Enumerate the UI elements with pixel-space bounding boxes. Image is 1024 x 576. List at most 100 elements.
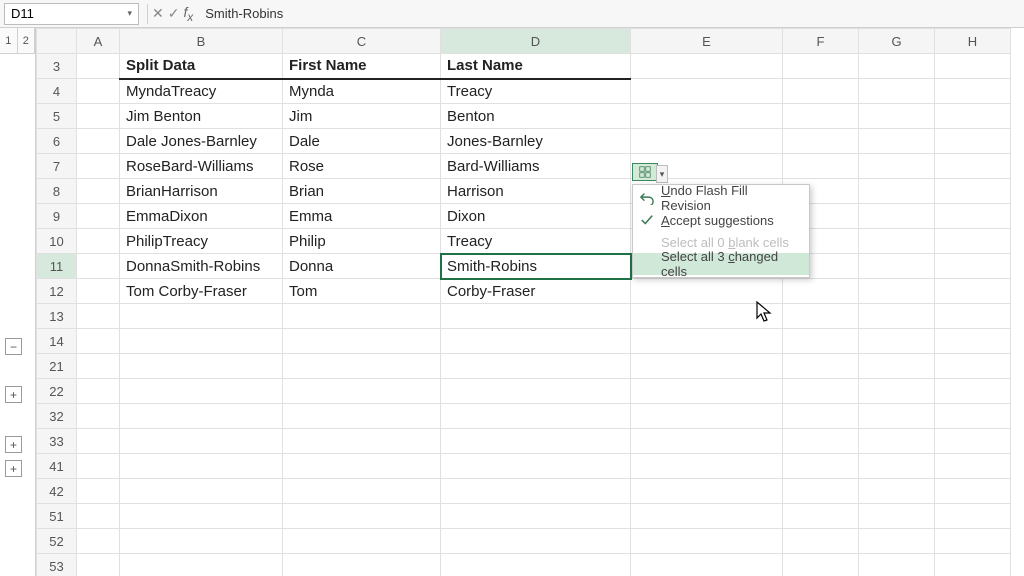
cell[interactable] [77, 504, 120, 529]
cell[interactable] [77, 554, 120, 576]
cell[interactable] [935, 454, 1011, 479]
cell[interactable]: Benton [441, 104, 631, 129]
cell[interactable]: Treacy [441, 229, 631, 254]
outline-level-1[interactable]: 1 [0, 28, 18, 53]
cell[interactable] [783, 129, 859, 154]
cell[interactable]: Smith-Robins [441, 254, 631, 279]
cell[interactable]: Mynda [283, 79, 441, 104]
cell[interactable] [120, 554, 283, 576]
cell[interactable] [441, 479, 631, 504]
cell[interactable] [283, 329, 441, 354]
cell[interactable] [935, 229, 1011, 254]
cell[interactable] [859, 404, 935, 429]
cell[interactable] [935, 379, 1011, 404]
cell[interactable]: Tom Corby-Fraser [120, 279, 283, 304]
cell[interactable] [441, 429, 631, 454]
cell[interactable] [120, 354, 283, 379]
cell[interactable] [783, 554, 859, 576]
cell[interactable] [120, 329, 283, 354]
cell[interactable] [783, 279, 859, 304]
name-box[interactable]: D11 ▾ [4, 3, 139, 25]
cell[interactable] [77, 304, 120, 329]
row-header[interactable]: 4 [37, 79, 77, 104]
row-header[interactable]: 8 [37, 179, 77, 204]
row-header[interactable]: 12 [37, 279, 77, 304]
cell[interactable] [77, 229, 120, 254]
cell[interactable]: DonnaSmith-Robins [120, 254, 283, 279]
cell[interactable]: Corby-Fraser [441, 279, 631, 304]
cell[interactable]: Last Name [441, 54, 631, 79]
cell[interactable] [935, 429, 1011, 454]
select-all-corner[interactable] [37, 29, 77, 54]
cell[interactable] [631, 104, 783, 129]
cell[interactable] [77, 404, 120, 429]
row-header[interactable]: 11 [37, 254, 77, 279]
cell[interactable]: RoseBard-Williams [120, 154, 283, 179]
row-header[interactable]: 13 [37, 304, 77, 329]
cell[interactable]: BrianHarrison [120, 179, 283, 204]
outline-expand-button[interactable]: + [5, 386, 22, 403]
cell[interactable]: Bard-Williams [441, 154, 631, 179]
cell[interactable]: Tom [283, 279, 441, 304]
row-header[interactable]: 52 [37, 529, 77, 554]
cell[interactable] [783, 479, 859, 504]
cell[interactable] [441, 554, 631, 576]
cell[interactable]: Dixon [441, 204, 631, 229]
cell[interactable] [283, 454, 441, 479]
cell[interactable] [441, 404, 631, 429]
cell[interactable] [77, 179, 120, 204]
cell[interactable] [120, 529, 283, 554]
outline-expand-button[interactable]: + [5, 436, 22, 453]
cell[interactable] [441, 304, 631, 329]
formula-bar[interactable]: Smith-Robins [199, 6, 1024, 21]
cell[interactable] [441, 504, 631, 529]
cell[interactable] [283, 554, 441, 576]
cell[interactable] [859, 479, 935, 504]
cell[interactable] [283, 379, 441, 404]
cell[interactable] [935, 104, 1011, 129]
cell[interactable] [859, 554, 935, 576]
cell[interactable] [859, 254, 935, 279]
cell[interactable] [859, 179, 935, 204]
column-header-G[interactable]: G [859, 29, 935, 54]
cell[interactable] [859, 529, 935, 554]
outline-collapse-button[interactable]: − [5, 338, 22, 355]
row-header[interactable]: 9 [37, 204, 77, 229]
cell[interactable]: Donna [283, 254, 441, 279]
row-header[interactable]: 21 [37, 354, 77, 379]
cell[interactable] [859, 354, 935, 379]
cancel-icon[interactable]: ✕ [152, 5, 164, 22]
cell[interactable] [77, 279, 120, 304]
cell[interactable] [631, 554, 783, 576]
row-header[interactable]: 32 [37, 404, 77, 429]
cell[interactable] [77, 354, 120, 379]
cell[interactable] [859, 204, 935, 229]
cell[interactable] [77, 154, 120, 179]
row-header[interactable]: 53 [37, 554, 77, 576]
cell[interactable] [631, 379, 783, 404]
cell[interactable] [783, 154, 859, 179]
cell[interactable] [631, 479, 783, 504]
cell[interactable] [441, 454, 631, 479]
cell[interactable] [120, 454, 283, 479]
cell[interactable]: Dale [283, 129, 441, 154]
cell[interactable] [935, 354, 1011, 379]
cell[interactable]: EmmaDixon [120, 204, 283, 229]
cell[interactable] [935, 154, 1011, 179]
column-header-H[interactable]: H [935, 29, 1011, 54]
cell[interactable] [859, 329, 935, 354]
cell[interactable] [283, 429, 441, 454]
cell[interactable] [783, 54, 859, 79]
outline-expand-button[interactable]: + [5, 460, 22, 477]
cell[interactable] [283, 479, 441, 504]
cell[interactable] [859, 104, 935, 129]
cell[interactable]: Philip [283, 229, 441, 254]
cell[interactable] [935, 529, 1011, 554]
cell[interactable]: Brian [283, 179, 441, 204]
cell[interactable] [935, 404, 1011, 429]
cell[interactable]: Emma [283, 204, 441, 229]
cell[interactable] [935, 129, 1011, 154]
fx-icon[interactable]: fx [183, 4, 193, 24]
cell[interactable] [77, 254, 120, 279]
cell[interactable] [631, 429, 783, 454]
